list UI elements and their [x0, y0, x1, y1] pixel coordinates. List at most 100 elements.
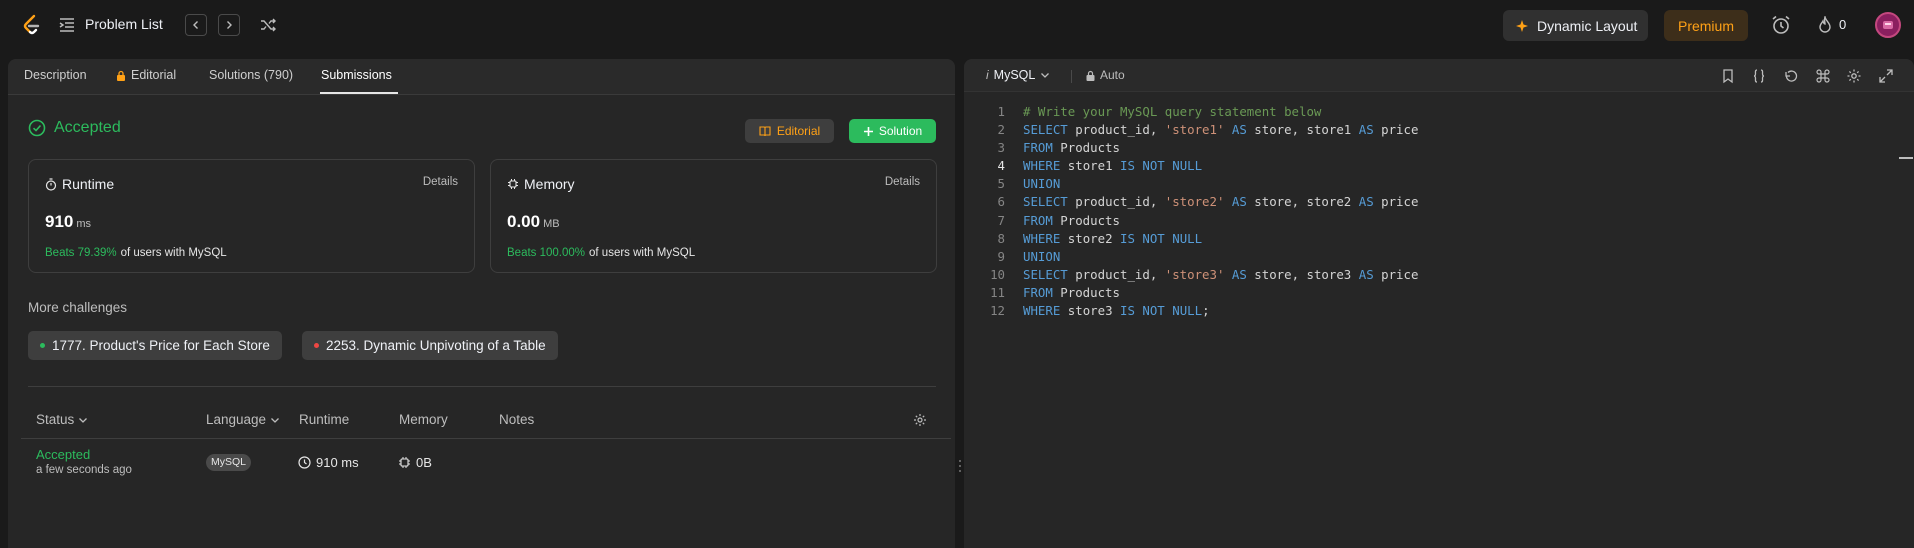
avatar-image-icon	[1883, 21, 1893, 29]
lock-icon	[117, 70, 125, 81]
code-line[interactable]: 7 FROM Products	[964, 213, 1418, 231]
shuffle-icon[interactable]	[259, 16, 277, 34]
tab-editorial[interactable]: Editorial	[116, 68, 176, 82]
active-tab-indicator	[320, 92, 398, 94]
runtime-beats-suffix: of users with MySQL	[120, 247, 227, 259]
memory-beats-suffix: of users with MySQL	[589, 247, 696, 259]
line-number: 3	[997, 140, 1005, 156]
memory-details-link[interactable]: Details	[885, 176, 920, 188]
editorial-button-label: Editorial	[776, 124, 821, 138]
language-selector[interactable]: i MySQL	[986, 68, 1050, 82]
submission-status: Accepted	[28, 119, 121, 137]
runtime-unit: ms	[76, 218, 92, 230]
reset-icon[interactable]	[1783, 68, 1799, 84]
dynamic-layout-button[interactable]: Dynamic Layout	[1503, 10, 1648, 41]
toolbar-separator	[1071, 70, 1072, 83]
line-number: 12	[990, 303, 1005, 319]
code-line[interactable]: 5 UNION	[964, 176, 1418, 194]
info-icon: i	[986, 68, 989, 82]
bookmark-icon[interactable]	[1720, 68, 1736, 84]
runtime-beats-pct: Beats 79.39%	[45, 247, 117, 259]
user-avatar[interactable]	[1875, 12, 1901, 38]
language-column-header[interactable]: Language	[206, 412, 280, 427]
plus-icon	[863, 126, 873, 136]
solution-button[interactable]: Solution	[849, 119, 936, 143]
editorial-button[interactable]: Editorial	[745, 119, 834, 143]
line-number: 5	[997, 176, 1005, 192]
chevron-right-icon	[227, 21, 232, 29]
next-problem-button[interactable]	[218, 14, 240, 36]
language-header-label: Language	[206, 412, 267, 427]
runtime-value: 910 ms	[45, 212, 91, 232]
code-line[interactable]: 6 SELECT product_id, 'store2' AS store, s…	[964, 194, 1419, 212]
premium-button[interactable]: Premium	[1664, 10, 1748, 41]
memory-chip-icon	[399, 457, 410, 468]
tab-solutions[interactable]: Solutions (790)	[209, 68, 293, 82]
language-selector-label: MySQL	[993, 68, 1036, 82]
runtime-details-link[interactable]: Details	[423, 176, 458, 188]
tab-description[interactable]: Description	[24, 68, 87, 82]
runtime-column-header: Runtime	[299, 412, 350, 427]
code-text: WHERE store2 IS NOT NULL	[1023, 230, 1203, 246]
panel-resize-handle[interactable]	[958, 460, 961, 476]
memory-card: Memory Details 0.00 MB Beats 100.00% of us…	[490, 159, 937, 273]
row-status-accepted[interactable]: Accepted	[36, 447, 90, 462]
challenge-chip[interactable]: 1777. Product's Price for Each Store	[28, 331, 282, 360]
line-number: 8	[997, 230, 1005, 246]
code-text: # Write your MySQL query statement below	[1023, 104, 1322, 119]
line-number: 1	[997, 104, 1005, 119]
check-circle-icon	[28, 119, 46, 137]
row-language-badge: MySQL	[206, 454, 252, 471]
code-line[interactable]: 10 SELECT product_id, 'store3' AS store, …	[964, 267, 1418, 285]
code-line[interactable]: 3 FROM Products	[964, 140, 1418, 158]
code-text: SELECT product_id, 'store3' AS store, st…	[1023, 266, 1419, 282]
prev-problem-button[interactable]	[185, 14, 207, 36]
tab-submissions[interactable]: Submissions	[321, 68, 392, 82]
lock-icon	[1086, 70, 1095, 81]
code-text: WHERE store3 IS NOT NULL;	[1023, 303, 1210, 319]
section-divider	[28, 386, 936, 387]
code-line[interactable]: 8 WHERE store2 IS NOT NULL	[964, 231, 1418, 249]
command-icon[interactable]	[1815, 68, 1831, 84]
code-editor-panel: i MySQL Auto 1 # Write your MySQL query s…	[964, 59, 1914, 548]
status-column-header[interactable]: Status	[36, 412, 88, 427]
code-line[interactable]: 9 UNION	[964, 249, 1418, 267]
code-text: WHERE store1 IS NOT NULL	[1023, 158, 1203, 174]
table-header-divider	[21, 438, 951, 439]
code-text: FROM Products	[1023, 212, 1120, 228]
status-label: Accepted	[54, 119, 121, 136]
status-header-label: Status	[36, 412, 75, 427]
leetcode-logo-icon[interactable]	[20, 13, 44, 37]
table-settings-gear-icon[interactable]	[913, 413, 927, 427]
row-memory: 0B	[398, 455, 432, 470]
streak-count: 0	[1839, 17, 1847, 32]
code-line[interactable]: 12 WHERE store3 IS NOT NULL;	[964, 303, 1418, 321]
code-line[interactable]: 4 WHERE store1 IS NOT NULL	[964, 158, 1418, 176]
runtime-card: Runtime Details 910 ms Beats 79.39% of use…	[28, 159, 475, 273]
row-runtime-value: 910 ms	[316, 455, 359, 470]
alarm-clock-icon[interactable]	[1770, 14, 1792, 36]
stopwatch-icon	[45, 177, 57, 191]
problem-list-icon[interactable]	[58, 16, 76, 34]
row-runtime: 910 ms	[298, 455, 359, 470]
challenge-chip[interactable]: 2253. Dynamic Unpivoting of a Table	[302, 331, 558, 360]
line-number: 4	[997, 158, 1005, 174]
code-line[interactable]: 1 # Write your MySQL query statement belo…	[964, 104, 1418, 122]
code-line[interactable]: 2 SELECT product_id, 'store1' AS store, s…	[964, 122, 1419, 140]
settings-gear-icon[interactable]	[1846, 68, 1862, 84]
line-number: 2	[997, 122, 1005, 138]
format-code-icon[interactable]	[1751, 68, 1767, 84]
memory-unit: MB	[543, 218, 560, 230]
problem-list-link[interactable]: Problem List	[85, 16, 163, 32]
code-editor[interactable]: 1 # Write your MySQL query statement belo…	[964, 104, 1418, 321]
challenge-label: 2253. Dynamic Unpivoting of a Table	[326, 338, 546, 353]
code-line[interactable]: 11 FROM Products	[964, 285, 1418, 303]
code-text: UNION	[1023, 248, 1061, 264]
expand-icon[interactable]	[1878, 68, 1894, 84]
streak-fire-icon[interactable]	[1817, 16, 1833, 34]
memory-title: Memory	[507, 176, 575, 192]
memory-value: 0.00 MB	[507, 212, 560, 232]
chevron-down-icon	[79, 417, 88, 423]
solution-button-label: Solution	[878, 124, 923, 138]
auto-mode-toggle[interactable]: Auto	[1086, 68, 1125, 82]
